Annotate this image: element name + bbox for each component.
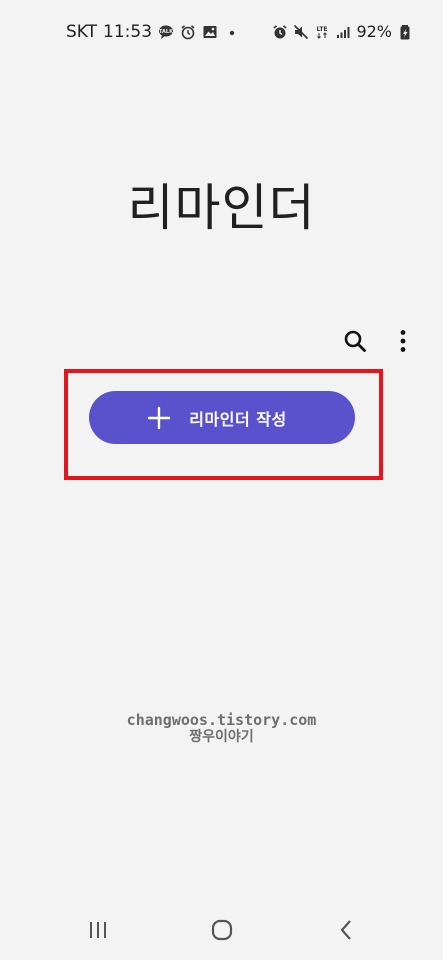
svg-text:TALK: TALK	[159, 29, 174, 35]
svg-text:LTE: LTE	[317, 26, 328, 33]
watermark-url: changwoos.tistory.com	[126, 711, 317, 729]
image-icon	[202, 24, 218, 40]
battery-icon	[397, 24, 413, 40]
status-right: LTE 92%	[272, 22, 413, 41]
more-options-icon[interactable]	[390, 328, 416, 354]
navigation-bar	[0, 904, 443, 954]
signal-icon	[335, 24, 351, 40]
lte-icon: LTE	[314, 24, 330, 40]
home-icon[interactable]	[208, 916, 236, 944]
battery-label: 92%	[356, 22, 392, 41]
plus-icon	[148, 406, 171, 429]
dot-icon	[224, 24, 240, 40]
alarm-icon	[180, 24, 196, 40]
back-icon[interactable]	[332, 916, 360, 944]
create-reminder-button[interactable]: 리마인더 작성	[89, 391, 355, 444]
watermark: changwoos.tistory.com 짱우이야기	[0, 712, 443, 746]
talk-icon: TALK	[158, 24, 174, 40]
create-reminder-label: 리마인더 작성	[189, 409, 287, 429]
recent-apps-icon[interactable]	[84, 916, 112, 944]
status-bar: SKT 11:53 TALK LTE 92%	[0, 0, 443, 68]
time-label: 11:53	[103, 22, 153, 42]
watermark-name: 짱우이야기	[189, 729, 254, 745]
status-left: SKT 11:53 TALK	[66, 22, 240, 42]
search-icon[interactable]	[342, 328, 368, 354]
page-title: 리마인더	[127, 179, 316, 237]
carrier-label: SKT	[66, 22, 98, 42]
alarm-icon	[272, 24, 288, 40]
mute-icon	[293, 24, 309, 40]
